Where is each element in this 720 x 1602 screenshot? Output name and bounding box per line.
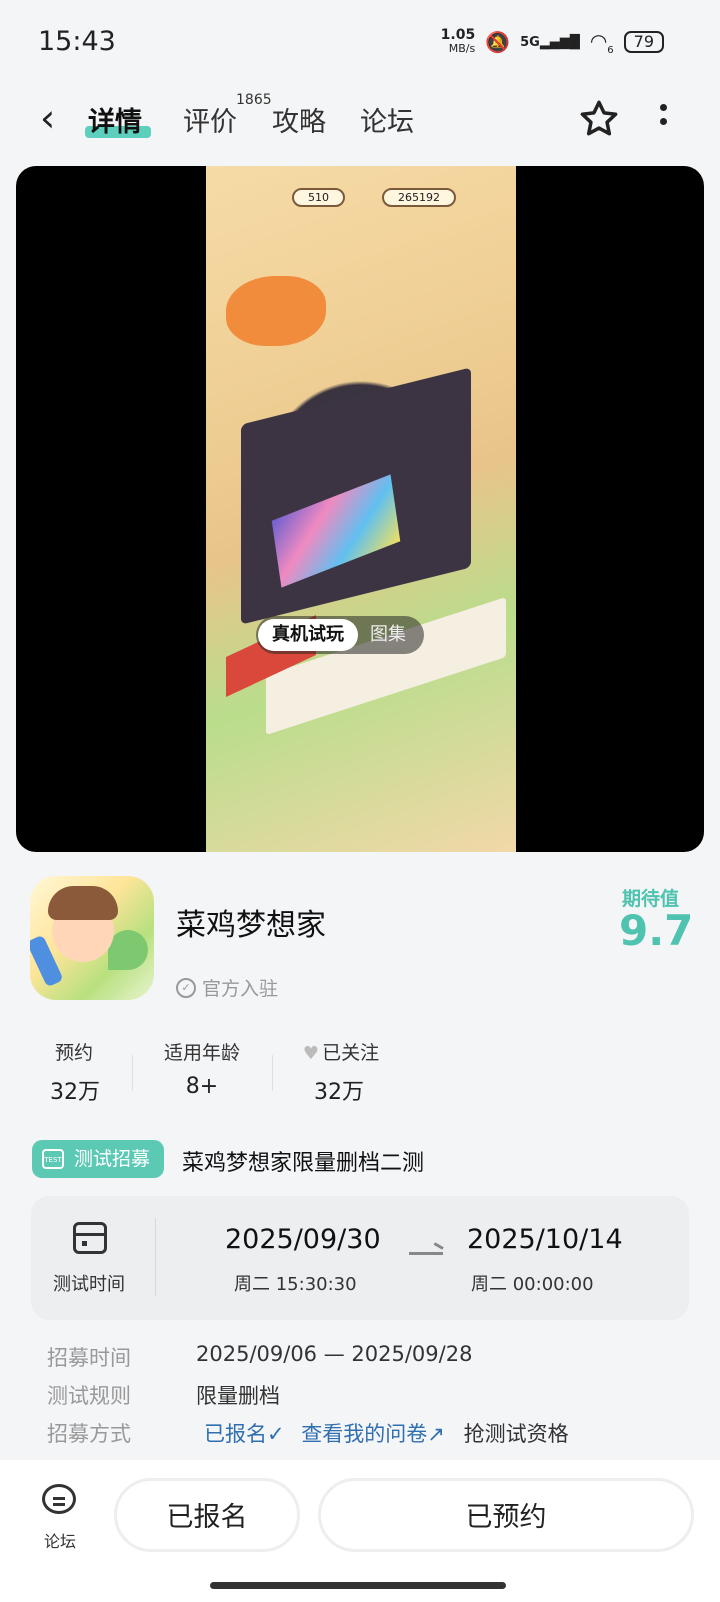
official-label: 官方入驻 <box>202 978 279 1000</box>
tab-forum[interactable]: 论坛 <box>360 100 414 139</box>
toggle-real-play[interactable]: 真机试玩 <box>258 619 358 651</box>
signal-label: 5G <box>520 34 540 50</box>
stat-reservations-value: 32万 <box>50 1080 100 1105</box>
questionnaire-link[interactable]: 查看我的问卷↗ <box>301 1422 445 1446</box>
end-date: 2025/10/14 <box>467 1224 623 1255</box>
reviews-count-badge: 1865 <box>236 92 272 108</box>
reserved-button[interactable]: 已预约 <box>318 1478 694 1552</box>
media-viewer[interactable]: 510 265192 <box>16 166 704 852</box>
stat-age-label: 适用年龄 <box>163 1042 240 1064</box>
game-screenshot: 510 265192 <box>206 166 516 852</box>
mute-icon: 🔕 <box>485 30 511 54</box>
end-weekday-time: 周二 00:00:00 <box>471 1274 594 1295</box>
leaf-shape <box>108 930 148 970</box>
game-dragon <box>226 276 326 346</box>
card-divider <box>155 1218 156 1296</box>
recruit-method-value: 已报名✓ 查看我的问卷↗ 抢测试资格 <box>204 1418 569 1448</box>
recruit-title: 菜鸡梦想家限量删档二测 <box>182 1151 425 1176</box>
cellular-icon: 5G▂▄▆█ <box>520 34 580 50</box>
arrow-right-icon <box>409 1252 443 1255</box>
app-name: 菜鸡梦想家 <box>176 908 326 943</box>
net-speed: 1.05 MB/s <box>441 28 476 56</box>
expect-score: 9.7 <box>619 906 694 955</box>
net-speed-unit: MB/s <box>448 42 476 55</box>
test-time-card: 测试时间 2025/09/30 周二 15:30:30 2025/10/14 周… <box>31 1196 689 1320</box>
checkmark-icon: ✓ <box>267 1422 285 1446</box>
battery-icon: 79 <box>623 31 664 53</box>
stat-follow-label[interactable]: ♥ 已关注 <box>296 1038 386 1065</box>
more-options-icon[interactable] <box>660 104 668 132</box>
check-circle-icon: ✓ <box>176 977 196 998</box>
start-date: 2025/09/30 <box>225 1224 381 1255</box>
recruit-tag-label: 测试招募 <box>74 1148 151 1170</box>
gem-counter: 265192 <box>382 188 456 207</box>
net-speed-value: 1.05 <box>440 27 476 43</box>
tab-details[interactable]: 详情 <box>88 100 142 139</box>
status-time: 15:43 <box>38 26 116 57</box>
test-rule-label: 测试规则 <box>47 1384 131 1408</box>
signed-up-button[interactable]: 已报名 <box>114 1478 300 1552</box>
stat-age-value: 8+ <box>185 1074 219 1099</box>
coin-counter: 510 <box>292 188 345 207</box>
stat-divider <box>132 1055 133 1091</box>
back-icon[interactable]: ‹ <box>40 98 55 138</box>
recruit-tag: TEST 测试招募 <box>32 1140 164 1178</box>
official-badge: ✓ 官方入驻 <box>176 974 278 1001</box>
status-indicators: 1.05 MB/s 🔕 5G▂▄▆█ ◠6 79 <box>441 28 664 56</box>
forum-chat-icon[interactable] <box>42 1484 76 1514</box>
stat-follow-value: 32万 <box>314 1080 364 1105</box>
favorite-star-icon[interactable] <box>578 98 620 144</box>
registered-text: 已报名 <box>204 1422 267 1446</box>
questionnaire-text: 查看我的问卷 <box>301 1422 428 1446</box>
home-indicator[interactable] <box>210 1582 506 1589</box>
wifi-badge: 6 <box>607 44 614 56</box>
grab-qualification-text: 抢测试资格 <box>463 1422 569 1446</box>
external-arrow-icon: ↗ <box>427 1422 445 1446</box>
registered-link[interactable]: 已报名✓ <box>204 1422 285 1446</box>
toggle-gallery[interactable]: 图集 <box>370 619 406 651</box>
heart-icon: ♥ <box>302 1043 320 1064</box>
start-weekday-time: 周二 15:30:30 <box>234 1274 357 1295</box>
test-time-label: 测试时间 <box>53 1274 125 1295</box>
stat-reservations-label: 预约 <box>54 1042 93 1064</box>
recruit-period-label: 招募时间 <box>47 1346 131 1370</box>
test-icon: TEST <box>42 1149 64 1169</box>
character-hair <box>48 886 118 920</box>
app-icon <box>30 876 154 1000</box>
recruit-method-label: 招募方式 <box>47 1422 131 1446</box>
test-rule-value: 限量删档 <box>196 1384 280 1408</box>
forum-label[interactable]: 论坛 <box>44 1528 76 1552</box>
stat-divider <box>272 1055 273 1091</box>
wifi-icon: ◠6 <box>589 28 614 56</box>
tab-reviews[interactable]: 评价 <box>183 100 237 139</box>
tab-guides[interactable]: 攻略 <box>272 100 326 139</box>
follow-label-text: 已关注 <box>322 1042 380 1064</box>
recruit-period-value: 2025/09/06 — 2025/09/28 <box>196 1342 473 1366</box>
calendar-icon <box>73 1222 107 1254</box>
